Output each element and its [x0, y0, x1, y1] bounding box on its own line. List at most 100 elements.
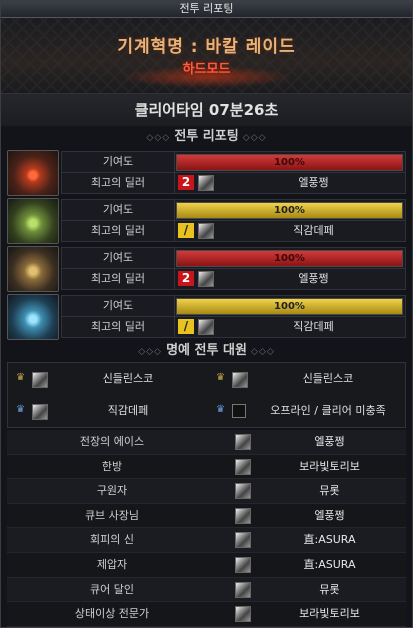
- avatar: [235, 532, 251, 549]
- blue-beast-portrait-icon: [7, 294, 59, 340]
- award-winner: 直:ASURA: [303, 557, 356, 571]
- class-badge-icon: /: [178, 223, 194, 238]
- award-winner: 보라빛토리보: [299, 607, 360, 621]
- honor-member-name: 직감데페: [107, 404, 149, 417]
- best-dealer-name: 엘풍쩡: [298, 272, 329, 285]
- avatar: [235, 483, 251, 500]
- best-dealer-line: 최고의 딜러 2 엘풍쩡: [61, 172, 406, 194]
- contribution-line: 기여도 100%: [61, 151, 406, 173]
- window-title: 전투 리포팅: [1, 1, 412, 18]
- honor-members: ♛ 신들린스코 ♛ 신들린스코 ♛ 직감데페 ♛ 오프라인 / 클리어 미충족: [7, 362, 406, 428]
- crown-icon: ♛: [16, 404, 25, 415]
- award-row: 상태이상 전문가 보라빛토리보: [7, 602, 406, 627]
- avatar: [235, 434, 251, 450]
- contribution-line: 기여도 100%: [61, 247, 406, 269]
- avatar: [198, 319, 214, 335]
- award-row: 전장의 에이스 엘풍쩡: [7, 430, 406, 455]
- best-dealer-name: 직감데페: [293, 320, 334, 333]
- honor-header-text: 명예 전투 대원: [166, 343, 247, 358]
- award-row: 한방 보라빛토리보: [7, 454, 406, 480]
- best-dealer-label: 최고의 딜러: [62, 269, 175, 289]
- raid-title: 기계혁명 : 바칼 레이드: [117, 37, 296, 57]
- contribution-label: 기여도: [62, 200, 175, 220]
- avatar: [235, 581, 251, 598]
- avatar: [32, 372, 48, 388]
- contribution-bar: 100%: [176, 298, 403, 315]
- award-title: 회피의 신: [90, 533, 134, 547]
- class-badge-icon: 2: [178, 175, 194, 190]
- best-dealer-line: 최고의 딜러 2 엘풍쩡: [61, 268, 406, 290]
- honor-member: ♛ 신들린스코: [8, 363, 208, 395]
- contribution-text: 100%: [274, 205, 305, 216]
- contribution-label: 기여도: [62, 248, 175, 268]
- best-dealer-name: 엘풍쩡: [298, 176, 329, 189]
- avatar: [198, 223, 214, 239]
- party-row: 기여도 100% 최고의 딜러 / 직감데페: [7, 196, 406, 244]
- contribution-label: 기여도: [62, 152, 175, 172]
- contribution-text: 100%: [274, 157, 305, 168]
- award-winner: 엘풍쩡: [314, 508, 345, 522]
- avatar: [235, 556, 251, 573]
- party-row: 기여도 100% 최고의 딜러 / 직감데페: [7, 292, 406, 340]
- party-row: 기여도 100% 최고의 딜러 2 엘풍쩡: [7, 244, 406, 292]
- avatar: [235, 507, 251, 524]
- avatar: [198, 271, 214, 287]
- avatar: [32, 404, 48, 420]
- award-winner: 直:ASURA: [303, 533, 356, 547]
- green-beast-portrait-icon: [7, 198, 59, 244]
- best-dealer-label: 최고의 딜러: [62, 317, 175, 337]
- class-badge-icon: 2: [178, 271, 194, 286]
- clear-time: 클리어타임 07분26초: [1, 93, 412, 126]
- avatar: [235, 606, 251, 623]
- contribution-bar: 100%: [176, 202, 403, 219]
- diamond-ornament-icon: ◇◇◇: [146, 133, 175, 143]
- difficulty-label: 하드모드: [182, 62, 231, 77]
- award-title: 상태이상 전문가: [74, 607, 150, 621]
- contribution-label: 기여도: [62, 296, 175, 316]
- award-row: 회피의 신 直:ASURA: [7, 528, 406, 553]
- award-row: 제압자 直:ASURA: [7, 552, 406, 578]
- contribution-line: 기여도 100%: [61, 199, 406, 221]
- contribution-bar: 100%: [176, 250, 403, 267]
- award-winner: 엘풍쩡: [314, 435, 345, 448]
- award-winner: 뮤롯: [319, 484, 340, 498]
- avatar: [235, 458, 251, 475]
- award-title: 큐어 달인: [90, 582, 134, 596]
- award-list: 전장의 에이스 엘풍쩡 한방 보라빛토리보 구원자 뮤롯 큐브 사장님 엘풍쩡 회피의 …: [7, 430, 406, 627]
- report-header-text: 전투 리포팅: [174, 129, 239, 144]
- honor-section-header: ◇◇◇ 명예 전투 대원 ◇◇◇: [1, 340, 412, 362]
- honor-member: ♛ 오프라인 / 클리어 미충족: [208, 395, 408, 427]
- battle-report-window: 전투 리포팅 기계혁명 : 바칼 레이드 하드모드 클리어타임 07분26초 ◇…: [0, 0, 413, 628]
- avatar: [232, 372, 248, 388]
- award-winner: 보라빛토리보: [299, 459, 360, 473]
- award-title: 한방: [101, 459, 123, 473]
- empty-slot-checkbox: [232, 404, 246, 418]
- contribution-bar: 100%: [176, 154, 403, 171]
- award-winner: 뮤롯: [319, 582, 340, 596]
- honor-member-name: 신들린스코: [302, 372, 354, 385]
- best-dealer-label: 최고의 딜러: [62, 221, 175, 241]
- contribution-line: 기여도 100%: [61, 295, 406, 317]
- award-title: 구원자: [96, 484, 128, 498]
- raid-banner: 기계혁명 : 바칼 레이드 하드모드: [1, 18, 412, 93]
- red-beast-portrait-icon: [7, 150, 59, 196]
- award-row: 큐어 달인 뮤롯: [7, 577, 406, 603]
- honor-member-name: 오프라인 / 클리어 미충족: [270, 404, 386, 417]
- award-row: 구원자 뮤롯: [7, 479, 406, 504]
- best-dealer-name: 직감데페: [293, 224, 334, 237]
- award-row: 큐브 사장님 엘풍쩡: [7, 503, 406, 529]
- report-section-header: ◇◇◇ 전투 리포팅 ◇◇◇: [1, 126, 412, 148]
- gold-beast-portrait-icon: [7, 246, 59, 292]
- party-row: 기여도 100% 최고의 딜러 2 엘풍쩡: [7, 148, 406, 196]
- award-title: 큐브 사장님: [84, 508, 140, 522]
- class-badge-icon: /: [178, 319, 194, 334]
- honor-member: ♛ 신들린스코: [208, 363, 408, 395]
- contribution-text: 100%: [274, 301, 305, 312]
- contribution-text: 100%: [274, 253, 305, 264]
- best-dealer-line: 최고의 딜러 / 직감데페: [61, 220, 406, 242]
- diamond-ornament-icon: ◇◇◇: [138, 347, 167, 357]
- party-list: 기여도 100% 최고의 딜러 2 엘풍쩡 기여도 100% 최고의 딜러 / …: [1, 148, 412, 340]
- award-title: 전장의 에이스: [79, 435, 145, 448]
- best-dealer-line: 최고의 딜러 / 직감데페: [61, 316, 406, 338]
- crown-icon: ♛: [216, 372, 225, 383]
